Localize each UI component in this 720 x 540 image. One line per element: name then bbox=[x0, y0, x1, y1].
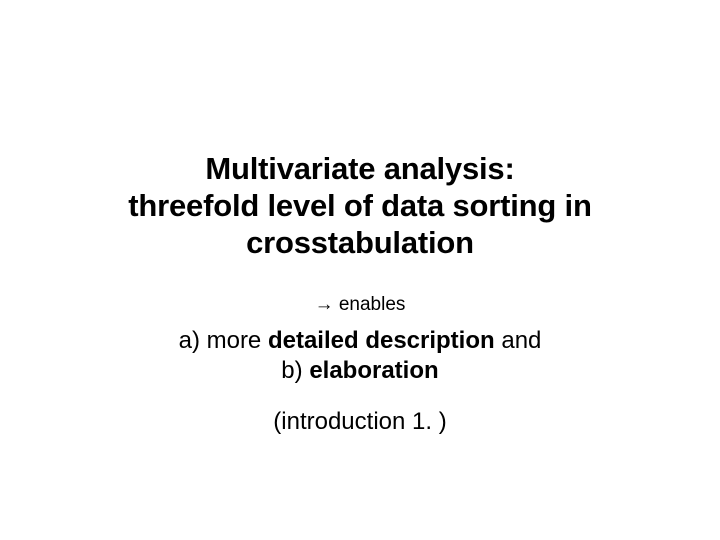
slide-title: Multivariate analysis: threefold level o… bbox=[128, 150, 591, 262]
point-a-prefix: a) more bbox=[179, 327, 268, 354]
point-a-bold: detailed description bbox=[268, 327, 495, 354]
point-a-suffix: and bbox=[495, 327, 542, 354]
points-block: a) more detailed description and b) elab… bbox=[179, 326, 542, 386]
title-line-2: threefold level of data sorting in bbox=[128, 188, 591, 223]
title-line-1: Multivariate analysis: bbox=[205, 151, 514, 186]
intro-line: (introduction 1. ) bbox=[273, 408, 446, 436]
slide: Multivariate analysis: threefold level o… bbox=[0, 0, 720, 540]
point-b-prefix: b) bbox=[281, 357, 309, 384]
title-line-3: crosstabulation bbox=[246, 225, 474, 260]
enables-line: → enables bbox=[315, 294, 406, 316]
point-b-bold: elaboration bbox=[309, 357, 438, 384]
